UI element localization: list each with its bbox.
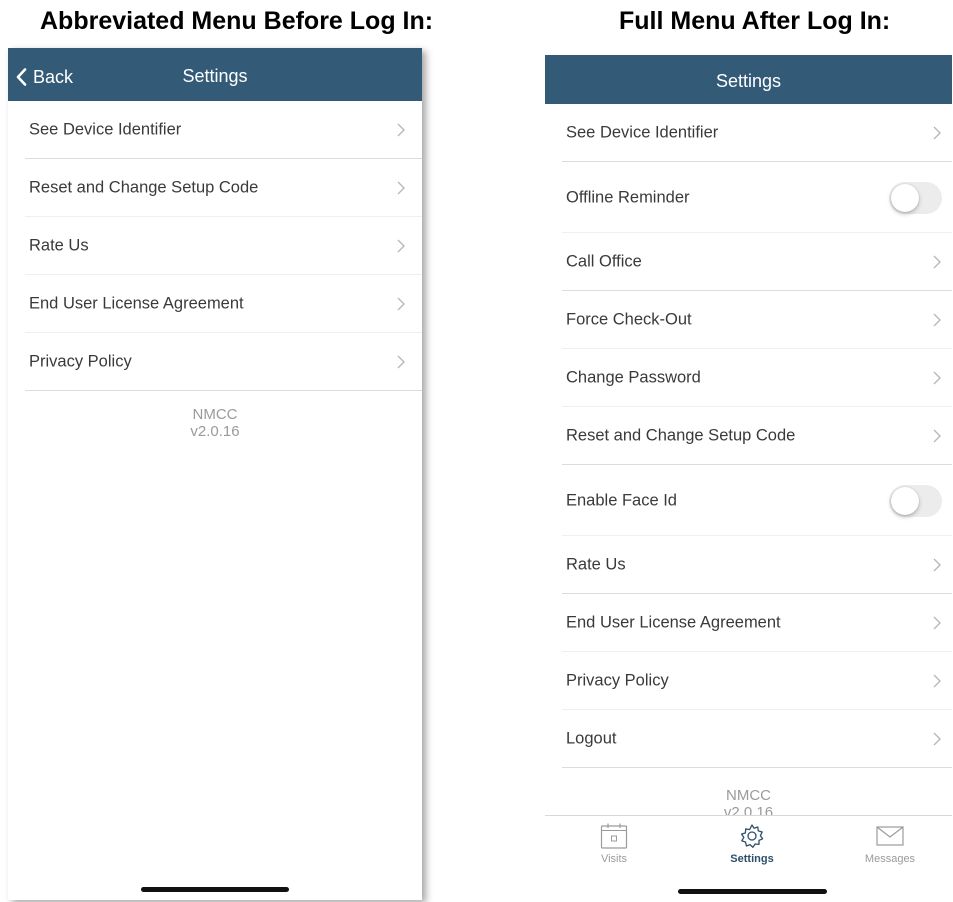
gear-icon [740,824,764,848]
tab-messages[interactable]: Messages [840,822,940,865]
chevron-right-icon [933,732,941,746]
settings-item-privacy-policy[interactable]: Privacy Policy [545,652,952,710]
offline-reminder-toggle[interactable] [889,181,942,214]
chevron-right-icon [397,181,405,195]
settings-item-label: See Device Identifier [566,123,719,142]
settings-item-enable-face-id: Enable Face Id [545,465,952,536]
settings-item-logout[interactable]: Logout [545,710,952,768]
settings-item-label: Enable Face Id [566,491,677,509]
tab-visits[interactable]: Visits [564,822,664,865]
calendar-icon [600,823,628,849]
chevron-right-icon [933,429,941,443]
chevron-right-icon [397,297,405,311]
settings-item-change-password[interactable]: Change Password [545,349,952,407]
caption-before-login: Abbreviated Menu Before Log In: [40,7,434,35]
tab-bar: Visits Settings Messages [545,815,952,900]
settings-item-label: End User License Agreement [29,294,244,313]
chevron-right-icon [397,123,405,137]
tab-label: Settings [730,853,774,865]
settings-item-label: Reset and Change Setup Code [566,426,796,445]
app-name: NMCC [192,406,238,423]
chevron-right-icon [933,371,941,385]
chevron-right-icon [397,239,405,253]
settings-item-force-check-out[interactable]: Force Check-Out [545,291,952,349]
settings-item-label: Change Password [566,368,701,387]
chevron-right-icon [397,355,405,369]
navigation-bar: Back Settings [8,48,422,101]
settings-item-offline-reminder: Offline Reminder [545,162,952,233]
app-version-info: NMCC v2.0.16 [8,406,422,440]
settings-item-see-device-identifier[interactable]: See Device Identifier [8,101,422,159]
settings-item-rate-us[interactable]: Rate Us [8,217,422,275]
chevron-right-icon [933,616,941,630]
settings-item-see-device-identifier[interactable]: See Device Identifier [545,104,952,162]
app-name: NMCC [726,787,771,804]
chevron-right-icon [933,126,941,140]
settings-item-label: Rate Us [29,236,89,255]
face-id-toggle[interactable] [889,484,942,517]
caption-after-login: Full Menu After Log In: [619,7,891,35]
chevron-right-icon [933,255,941,269]
screen-after-login: Settings See Device Identifier Offline R… [545,55,952,900]
settings-item-reset-setup-code[interactable]: Reset and Change Setup Code [8,159,422,217]
chevron-right-icon [933,313,941,327]
settings-item-reset-setup-code[interactable]: Reset and Change Setup Code [545,407,952,465]
page-title: Settings [715,71,782,91]
settings-item-label: Privacy Policy [29,352,132,371]
toggle-knob [891,183,919,212]
settings-item-label: Call Office [566,252,642,271]
settings-item-label: Privacy Policy [566,671,669,690]
navigation-bar: Settings [545,55,952,104]
chevron-right-icon [933,674,941,688]
settings-list: See Device Identifier Reset and Change S… [8,101,422,391]
settings-item-label: Offline Reminder [566,188,690,206]
app-version: v2.0.16 [190,423,240,440]
settings-item-eula[interactable]: End User License Agreement [8,275,422,333]
screen-before-login: Back Settings See Device Identifier Rese… [8,48,422,900]
envelope-icon [876,826,904,846]
tab-settings[interactable]: Settings [702,822,802,865]
page-title: Settings [182,66,248,86]
tab-label: Visits [600,853,628,865]
tab-label: Messages [864,853,916,865]
settings-item-rate-us[interactable]: Rate Us [545,536,952,594]
settings-item-label: Logout [566,729,617,748]
settings-item-privacy-policy[interactable]: Privacy Policy [8,333,422,391]
home-indicator[interactable] [141,887,289,892]
settings-item-label: See Device Identifier [29,120,182,139]
settings-item-label: Force Check-Out [566,310,692,329]
settings-item-eula[interactable]: End User License Agreement [545,594,952,652]
chevron-right-icon [933,558,941,572]
settings-item-label: End User License Agreement [566,613,781,632]
settings-item-label: Rate Us [566,555,626,574]
toggle-knob [891,486,919,515]
settings-list: See Device Identifier Offline Reminder C… [545,104,952,768]
settings-item-label: Reset and Change Setup Code [29,178,259,197]
home-indicator[interactable] [678,889,827,894]
settings-item-call-office[interactable]: Call Office [545,233,952,291]
